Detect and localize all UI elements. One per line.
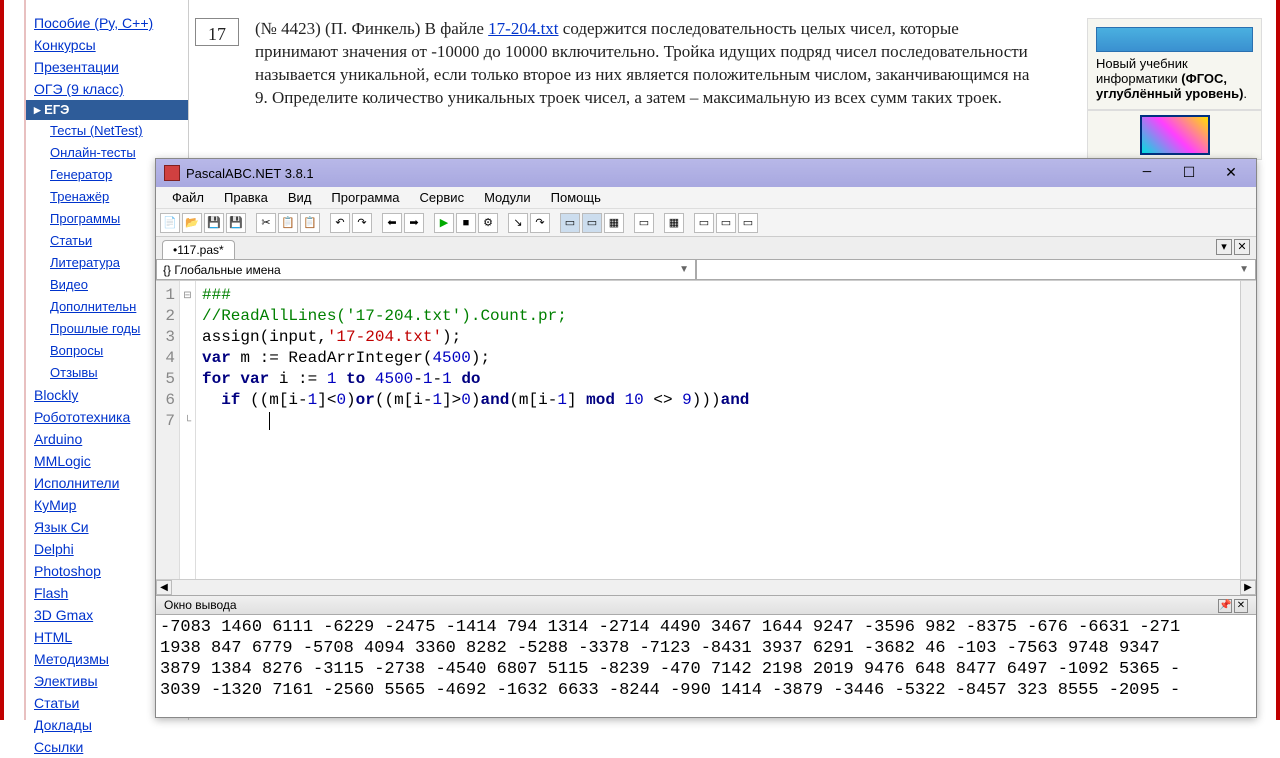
nav-link[interactable]: Конкурсы (26, 34, 188, 56)
ide-window: PascalABC.NET 3.8.1 ─ ☐ ✕ Файл Правка Ви… (155, 158, 1257, 718)
scroll-right-icon[interactable]: ▶ (1240, 580, 1256, 595)
line-gutter: 1234567 (156, 281, 180, 579)
member-combo[interactable]: ▼ (696, 259, 1256, 280)
question-text: (№ 4423) (П. Финкель) В файле 17-204.txt… (255, 18, 1045, 110)
output-title: Окно вывода (164, 598, 237, 612)
menu-modules[interactable]: Модули (474, 187, 541, 208)
panel4-icon[interactable]: ▭ (634, 213, 654, 233)
nav-link[interactable]: ОГЭ (9 класс) (26, 78, 188, 100)
file-tab[interactable]: •117.pas* (162, 240, 235, 259)
window-title: PascalABC.NET 3.8.1 (186, 166, 1126, 181)
nav-sub[interactable]: Тесты (NetTest) (26, 120, 188, 142)
redo-icon[interactable]: ↷ (352, 213, 372, 233)
tab-close-icon[interactable]: ✕ (1234, 239, 1250, 255)
panel3-icon[interactable]: ▦ (604, 213, 624, 233)
file-link[interactable]: 17-204.txt (488, 19, 558, 38)
book-thumb (1096, 27, 1253, 52)
nav-combos: {} Глобальные имена▼ ▼ (156, 259, 1256, 281)
menu-program[interactable]: Программа (321, 187, 409, 208)
compile-icon[interactable]: ⚙ (478, 213, 498, 233)
titlebar[interactable]: PascalABC.NET 3.8.1 ─ ☐ ✕ (156, 159, 1256, 187)
ad-box-2[interactable] (1087, 110, 1262, 160)
run-icon[interactable]: ▶ (434, 213, 454, 233)
open-icon[interactable]: 📂 (182, 213, 202, 233)
horizontal-scrollbar[interactable]: ◀ ▶ (156, 579, 1256, 595)
menu-edit[interactable]: Правка (214, 187, 278, 208)
cut-icon[interactable]: ✂ (256, 213, 276, 233)
step-into-icon[interactable]: ↘ (508, 213, 528, 233)
ad-box[interactable]: Новый учебник информатики (ФГОС, углублё… (1087, 18, 1262, 110)
close-button[interactable]: ✕ (1210, 161, 1252, 185)
tabs-bar: •117.pas* ▾ ✕ (156, 237, 1256, 259)
scope-combo[interactable]: {} Глобальные имена▼ (156, 259, 696, 280)
question-block: 17 (№ 4423) (П. Финкель) В файле 17-204.… (195, 18, 1045, 110)
panel1-icon[interactable]: ▭ (560, 213, 580, 233)
nav-selected[interactable]: ▸ ЕГЭ (26, 100, 188, 120)
vertical-scrollbar[interactable] (1240, 281, 1256, 579)
menu-view[interactable]: Вид (278, 187, 322, 208)
nav-fwd-icon[interactable]: ➡ (404, 213, 424, 233)
undo-icon[interactable]: ↶ (330, 213, 350, 233)
minimize-button[interactable]: ─ (1126, 161, 1168, 185)
panel2-icon[interactable]: ▭ (582, 213, 602, 233)
stop-icon[interactable]: ■ (456, 213, 476, 233)
nav-link[interactable]: Пособие (Py, C++) (26, 12, 188, 34)
app-icon (164, 165, 180, 181)
tab-dropdown-icon[interactable]: ▾ (1216, 239, 1232, 255)
copy-icon[interactable]: 📋 (278, 213, 298, 233)
ad-text: Новый учебник информатики (1096, 56, 1188, 86)
panel7-icon[interactable]: ▭ (716, 213, 736, 233)
panel8-icon[interactable]: ▭ (738, 213, 758, 233)
code-editor[interactable]: 1234567 ⊟└ ###//ReadAllLines('17-204.txt… (156, 281, 1256, 579)
toolbar: 📄 📂 💾 💾 ✂ 📋 📋 ↶ ↷ ⬅ ➡ ▶ ■ ⚙ ↘ ↷ ▭ ▭ ▦ ▭ … (156, 209, 1256, 237)
nav-back-icon[interactable]: ⬅ (382, 213, 402, 233)
output-pane[interactable]: -7083 1460 6111 -6229 -2475 -1414 794 13… (156, 615, 1256, 715)
panel5-icon[interactable]: ▦ (664, 213, 684, 233)
save-icon[interactable]: 💾 (204, 213, 224, 233)
ad-image (1140, 115, 1210, 155)
maximize-button[interactable]: ☐ (1168, 161, 1210, 185)
code-area[interactable]: ###//ReadAllLines('17-204.txt').Count.pr… (196, 281, 1240, 579)
menu-service[interactable]: Сервис (410, 187, 475, 208)
scroll-left-icon[interactable]: ◀ (156, 580, 172, 595)
menu-help[interactable]: Помощь (541, 187, 611, 208)
paste-icon[interactable]: 📋 (300, 213, 320, 233)
pin-icon[interactable]: 📌 (1218, 599, 1232, 613)
save-all-icon[interactable]: 💾 (226, 213, 246, 233)
step-over-icon[interactable]: ↷ (530, 213, 550, 233)
menubar: Файл Правка Вид Программа Сервис Модули … (156, 187, 1256, 209)
fold-gutter[interactable]: ⊟└ (180, 281, 196, 579)
output-header[interactable]: Окно вывода 📌✕ (156, 595, 1256, 615)
new-file-icon[interactable]: 📄 (160, 213, 180, 233)
close-output-icon[interactable]: ✕ (1234, 599, 1248, 613)
panel6-icon[interactable]: ▭ (694, 213, 714, 233)
menu-file[interactable]: Файл (162, 187, 214, 208)
nav-link[interactable]: Ссылки (26, 736, 188, 758)
question-number: 17 (195, 18, 239, 46)
nav-link[interactable]: Презентации (26, 56, 188, 78)
